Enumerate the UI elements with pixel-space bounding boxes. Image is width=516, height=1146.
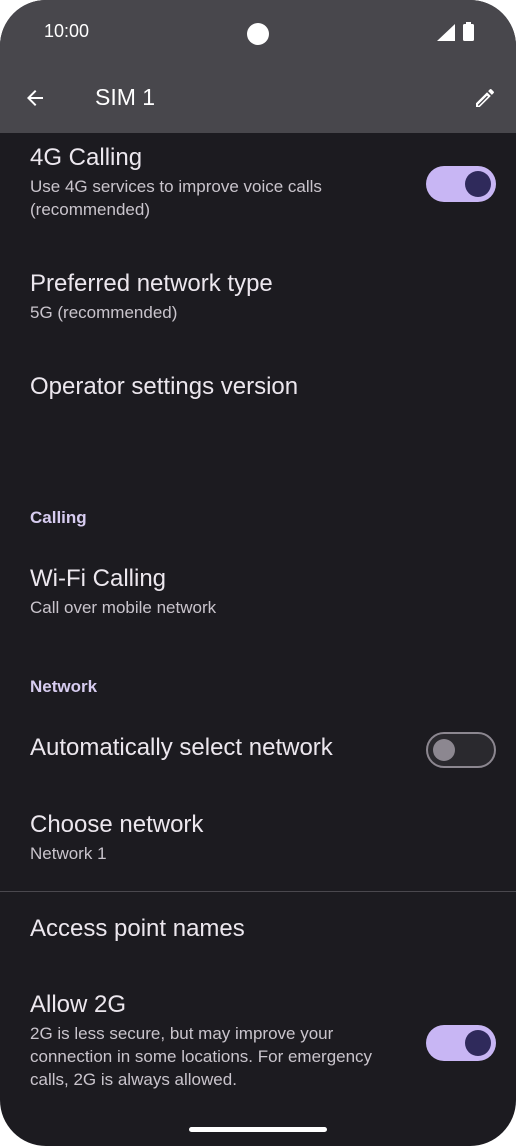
camera-cutout: [247, 23, 269, 45]
section-header-calling: Calling: [30, 508, 87, 527]
setting-title: Preferred network type: [30, 270, 273, 297]
signal-icon: [437, 24, 455, 41]
setting-subtitle: 2G is less secure, but may improve your …: [30, 1024, 373, 1089]
arrow-back-icon: [27, 90, 43, 106]
home-indicator[interactable]: [189, 1127, 327, 1132]
edit-button[interactable]: [468, 81, 502, 115]
phone-screen: 10:00 SIM 1 4G Calling Use 4G services t…: [0, 0, 516, 1146]
toggle-knob: [433, 739, 455, 761]
edit-pencil-icon: [476, 88, 494, 107]
toggle-knob: [465, 1030, 491, 1056]
setting-title: Operator settings version: [30, 373, 299, 400]
app-bar: SIM 1: [0, 64, 516, 133]
setting-preferred-network-type[interactable]: Preferred network type 5G (recommended): [30, 269, 420, 324]
setting-allow-2g[interactable]: Allow 2G 2G is less secure, but may impr…: [30, 990, 410, 1091]
setting-title: Access point names: [30, 915, 245, 942]
auto-select-network-toggle[interactable]: [426, 732, 496, 768]
setting-choose-network[interactable]: Choose network Network 1: [30, 810, 420, 865]
setting-auto-select-network[interactable]: Automatically select network: [30, 733, 420, 763]
toggle-knob: [465, 171, 491, 197]
setting-operator-settings-version[interactable]: Operator settings version: [30, 372, 420, 402]
4g-calling-toggle[interactable]: [426, 166, 496, 202]
section-header-network: Network: [30, 677, 98, 696]
setting-title: Automatically select network: [30, 734, 333, 761]
setting-title: 4G Calling: [30, 144, 143, 171]
back-button[interactable]: [18, 81, 52, 115]
setting-subtitle: 5G (recommended): [30, 303, 178, 322]
setting-title: Choose network: [30, 811, 204, 838]
setting-access-point-names[interactable]: Access point names: [30, 914, 420, 944]
status-bar: 10:00: [0, 0, 516, 64]
setting-subtitle: Network 1: [30, 844, 107, 863]
setting-subtitle: Use 4G services to improve voice calls (…: [30, 177, 322, 219]
setting-title: Wi-Fi Calling: [30, 565, 167, 592]
setting-title: Allow 2G: [30, 991, 127, 1018]
allow-2g-toggle[interactable]: [426, 1025, 496, 1061]
page-title: SIM 1: [95, 84, 156, 110]
setting-subtitle: Call over mobile network: [30, 598, 217, 617]
battery-icon: [463, 22, 474, 41]
status-time: 10:00: [44, 21, 90, 41]
setting-wifi-calling[interactable]: Wi-Fi Calling Call over mobile network: [30, 564, 420, 619]
divider: [0, 891, 516, 892]
setting-4g-calling[interactable]: 4G Calling Use 4G services to improve vo…: [30, 143, 420, 221]
